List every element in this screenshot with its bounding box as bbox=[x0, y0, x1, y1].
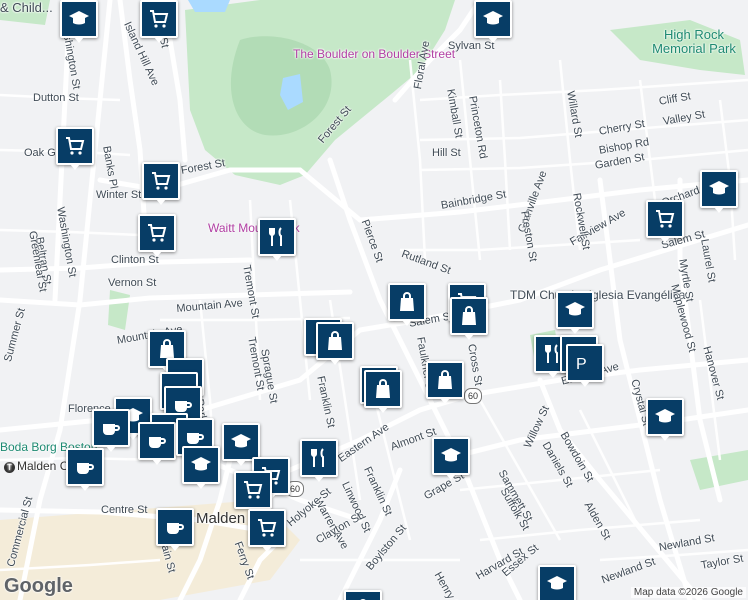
graduation-cap-icon bbox=[653, 405, 677, 429]
pharmacy-pin[interactable]: P bbox=[566, 344, 604, 387]
shopping-cart-pin[interactable] bbox=[234, 471, 272, 514]
coffee-cup-icon bbox=[145, 429, 169, 453]
shopping-cart-icon bbox=[241, 478, 265, 502]
transit-icon: T bbox=[4, 462, 15, 473]
malden-place-label: Malden bbox=[196, 510, 246, 527]
graduation-cap-icon bbox=[439, 444, 463, 468]
utensils-icon bbox=[307, 446, 331, 470]
coffee-cup-icon bbox=[73, 455, 97, 479]
shopping-cart-icon bbox=[149, 169, 173, 193]
coffee-cup-pin[interactable] bbox=[66, 448, 104, 491]
shopping-cart-icon bbox=[653, 207, 677, 231]
coffee-cup-icon bbox=[163, 515, 187, 539]
graduation-cap-pin[interactable] bbox=[538, 565, 576, 600]
childs-label: & Child... bbox=[0, 0, 53, 15]
utensils-pin[interactable] bbox=[258, 218, 296, 261]
church-label[interactable]: TDM Church - Iglesia Evangélica bbox=[510, 288, 685, 302]
graduation-cap-pin[interactable] bbox=[646, 398, 684, 441]
shopping-cart-pin[interactable] bbox=[142, 162, 180, 205]
shopping-cart-pin[interactable] bbox=[56, 127, 94, 170]
graduation-cap-pin[interactable] bbox=[222, 423, 260, 466]
street-label: Centre St bbox=[101, 504, 148, 516]
high-rock-park-label[interactable]: High Rock Memorial Park bbox=[640, 28, 748, 56]
graduation-cap-icon bbox=[545, 572, 569, 596]
shopping-cart-pin[interactable] bbox=[646, 200, 684, 243]
shopping-cart-pin[interactable] bbox=[138, 214, 176, 257]
pharmacy-icon: P bbox=[573, 351, 597, 375]
shopping-cart-icon bbox=[255, 516, 279, 540]
graduation-cap-pin[interactable] bbox=[474, 0, 512, 43]
street-label: Hill St bbox=[432, 147, 461, 159]
graduation-cap-icon bbox=[67, 7, 91, 31]
map-attribution[interactable]: Map data ©2026 Google bbox=[630, 587, 746, 598]
shopping-bag-pin[interactable] bbox=[388, 283, 426, 326]
graduation-cap-icon bbox=[563, 298, 587, 322]
shopping-cart-icon bbox=[145, 221, 169, 245]
shopping-cart-pin[interactable] bbox=[140, 0, 178, 43]
shopping-bag-icon bbox=[457, 304, 481, 328]
shopping-bag-pin[interactable] bbox=[426, 361, 464, 404]
street-label: Winter St bbox=[96, 189, 142, 201]
graduation-cap-pin[interactable] bbox=[182, 446, 220, 489]
graduation-cap-pin[interactable] bbox=[556, 291, 594, 334]
map-canvas[interactable]: The Boulder on Boulder Street Waitt Moun… bbox=[0, 0, 748, 600]
graduation-cap-pin[interactable] bbox=[432, 437, 470, 480]
shopping-cart-icon bbox=[63, 134, 87, 158]
coffee-cup-icon bbox=[99, 416, 123, 440]
coffee-cup-pin[interactable] bbox=[156, 508, 194, 551]
shopping-cart-pin[interactable] bbox=[248, 509, 286, 552]
utensils-icon bbox=[265, 225, 289, 249]
graduation-cap-pin[interactable] bbox=[700, 170, 738, 213]
graduation-cap-pin[interactable] bbox=[60, 0, 98, 43]
shopping-bag-pin[interactable] bbox=[344, 590, 382, 600]
church-text: TDM Church - Iglesia Evangélica bbox=[510, 288, 686, 302]
street-label: Vernon St bbox=[108, 277, 157, 289]
utensils-pin[interactable] bbox=[300, 439, 338, 482]
shopping-bag-pin[interactable] bbox=[364, 370, 402, 413]
graduation-cap-icon bbox=[707, 177, 731, 201]
svg-text:P: P bbox=[576, 356, 587, 373]
shopping-bag-icon bbox=[323, 329, 347, 353]
graduation-cap-icon bbox=[481, 7, 505, 31]
shopping-bag-pin[interactable] bbox=[316, 322, 354, 365]
shopping-cart-icon bbox=[147, 7, 171, 31]
park-w bbox=[108, 290, 130, 330]
coffee-cup-pin[interactable] bbox=[92, 409, 130, 452]
reservoir bbox=[188, 0, 230, 12]
google-logo[interactable]: Google bbox=[4, 575, 73, 598]
shopping-bag-icon bbox=[371, 377, 395, 401]
high-rock-text: High Rock Memorial Park bbox=[652, 27, 736, 56]
shopping-bag-icon bbox=[395, 290, 419, 314]
coffee-cup-pin[interactable] bbox=[138, 422, 176, 465]
street-label: Oak G bbox=[24, 147, 56, 159]
street-label: Dutton St bbox=[33, 92, 79, 104]
graduation-cap-icon bbox=[189, 453, 213, 477]
shopping-bag-pin[interactable] bbox=[450, 297, 488, 340]
shopping-bag-icon bbox=[433, 368, 457, 392]
graduation-cap-icon bbox=[229, 430, 253, 454]
route-shield: 60 bbox=[464, 388, 482, 404]
